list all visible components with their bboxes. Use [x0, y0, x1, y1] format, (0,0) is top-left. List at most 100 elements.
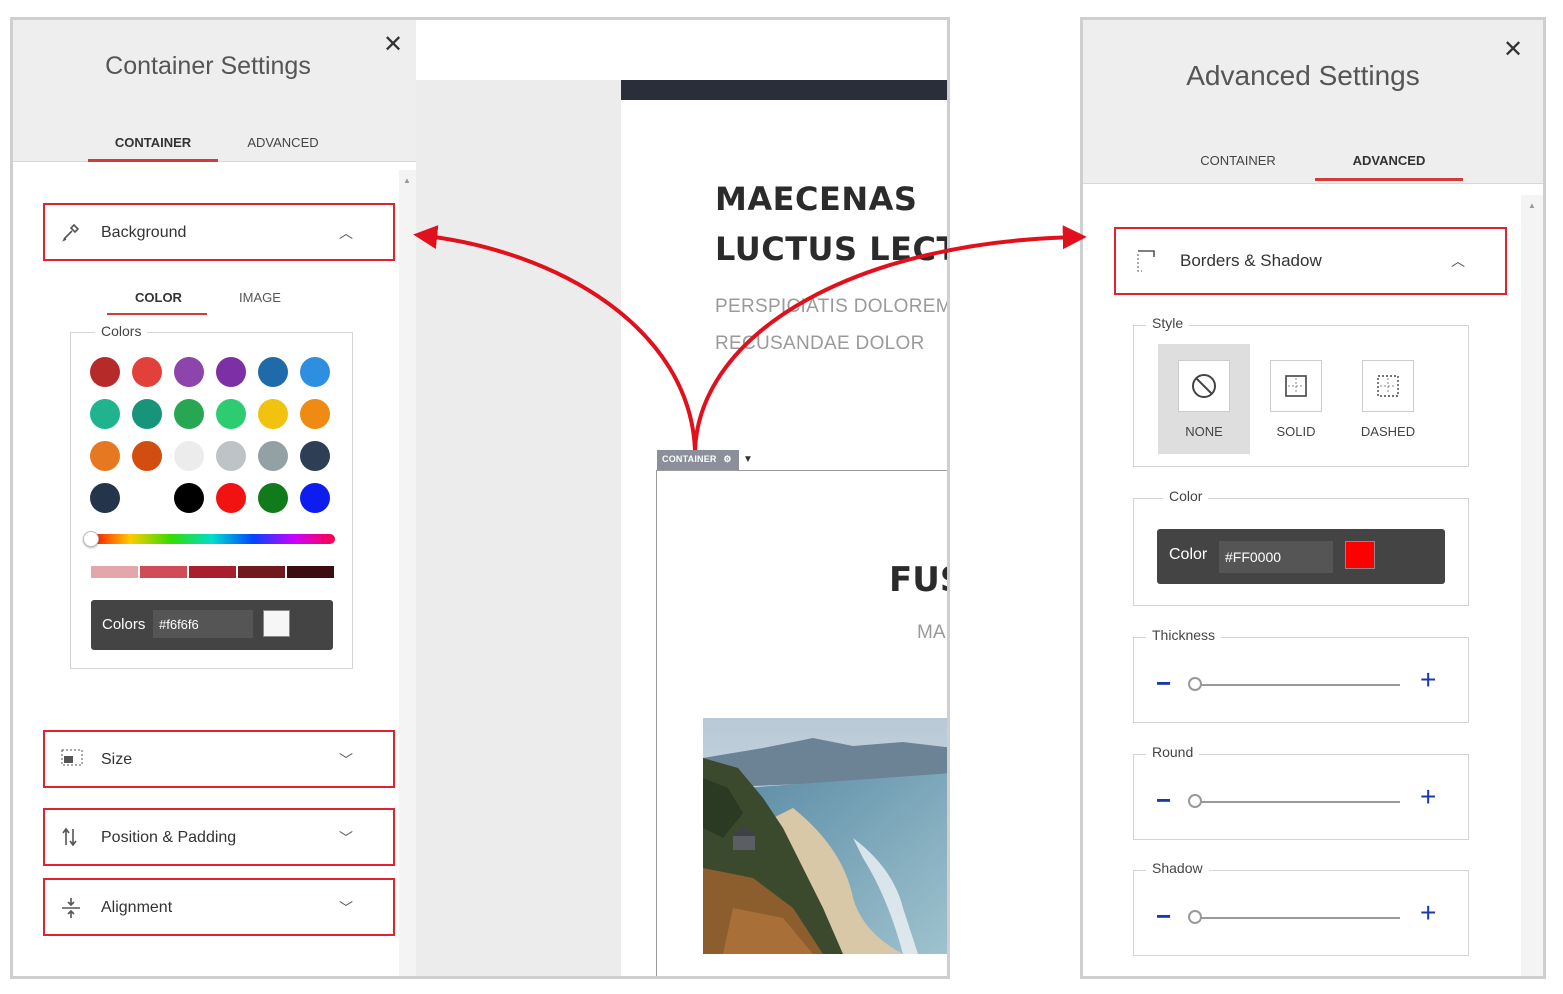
tab-advanced[interactable]: ADVANCED — [218, 135, 348, 150]
close-icon[interactable]: ✕ — [1503, 35, 1523, 64]
slider-track[interactable] — [1190, 684, 1400, 686]
close-icon[interactable]: ✕ — [383, 30, 403, 59]
chevron-down-icon[interactable]: ﹀ — [339, 898, 353, 918]
section-background[interactable]: Background ︿ — [43, 203, 395, 261]
hue-slider[interactable] — [89, 534, 335, 544]
editor-top-area — [416, 20, 947, 80]
active-tab-underline — [1315, 178, 1463, 181]
position-arrows-icon — [61, 827, 83, 849]
slider-legend: Thickness — [1146, 627, 1222, 643]
scrollbar[interactable]: ▲ — [1521, 195, 1543, 976]
color-swatch[interactable] — [258, 357, 288, 387]
color-swatch[interactable] — [258, 441, 288, 471]
color-swatch[interactable] — [258, 483, 288, 513]
slider-track[interactable] — [1190, 801, 1400, 803]
dashed-border-icon — [1362, 360, 1414, 412]
section-size[interactable]: Size ﹀ — [43, 730, 395, 788]
section-label: Borders & Shadow — [1180, 251, 1322, 270]
slider-legend: Shadow — [1146, 860, 1209, 876]
border-color-hex-input[interactable] — [1219, 541, 1333, 573]
increment-button[interactable]: + — [1420, 664, 1436, 696]
chevron-up-icon[interactable]: ︿ — [339, 223, 353, 243]
color-swatch[interactable] — [174, 357, 204, 387]
color-swatch[interactable] — [132, 357, 162, 387]
chevron-down-icon[interactable]: ﹀ — [339, 828, 353, 848]
no-border-icon — [1178, 360, 1230, 412]
solid-border-icon — [1270, 360, 1322, 412]
shade-option[interactable] — [91, 566, 138, 578]
container-settings-panel: Container Settings ✕ CONTAINER ADVANCED … — [13, 20, 416, 976]
slider-row: − + — [1136, 664, 1436, 704]
color-swatch[interactable] — [90, 399, 120, 429]
decrement-button[interactable]: − — [1156, 901, 1171, 932]
color-swatch[interactable] — [300, 441, 330, 471]
style-none-button[interactable]: NONE — [1158, 344, 1250, 454]
color-swatch[interactable] — [174, 483, 204, 513]
section-alignment[interactable]: Alignment ﹀ — [43, 878, 395, 936]
size-icon — [61, 749, 83, 771]
style-solid-button[interactable]: SOLID — [1250, 344, 1342, 454]
slider-handle[interactable] — [1188, 910, 1202, 924]
decrement-button[interactable]: − — [1156, 668, 1171, 699]
color-swatch[interactable] — [258, 399, 288, 429]
slider-track[interactable] — [1190, 917, 1400, 919]
color-swatch[interactable] — [174, 441, 204, 471]
increment-button[interactable]: + — [1420, 897, 1436, 929]
gear-icon[interactable]: ⚙ — [723, 454, 731, 464]
color-hex-input[interactable] — [153, 610, 253, 638]
color-swatch[interactable] — [300, 399, 330, 429]
style-dashed-button[interactable]: DASHED — [1342, 344, 1434, 454]
color-swatch[interactable] — [216, 441, 246, 471]
shade-option[interactable] — [189, 566, 236, 578]
page-subtitle-line2: RECUSANDAE DOLOR — [715, 333, 925, 354]
panel-title: Container Settings — [105, 52, 311, 80]
scrollbar[interactable]: ▲ — [399, 170, 416, 976]
shade-option[interactable] — [238, 566, 285, 578]
color-swatch[interactable] — [174, 399, 204, 429]
color-swatch[interactable] — [132, 441, 162, 471]
chevron-up-icon[interactable]: ︿ — [1451, 251, 1465, 271]
color-swatch[interactable] — [132, 399, 162, 429]
container-subtext: MA — [917, 622, 946, 643]
color-swatch[interactable] — [90, 483, 120, 513]
page-heading-line2: LUCTUS LECT — [715, 230, 950, 268]
decrement-button[interactable]: − — [1156, 785, 1171, 816]
shade-option[interactable] — [287, 566, 334, 578]
increment-button[interactable]: + — [1420, 781, 1436, 813]
color-swatch[interactable] — [216, 399, 246, 429]
alignment-icon — [61, 897, 83, 919]
hue-slider-handle[interactable] — [83, 531, 99, 547]
style-none-label: NONE — [1185, 424, 1223, 439]
color-swatch[interactable] — [216, 357, 246, 387]
scroll-up-icon[interactable]: ▲ — [403, 176, 411, 185]
section-label: Size — [101, 751, 133, 768]
container-heading: FUS — [889, 560, 947, 600]
slider-handle[interactable] — [1188, 794, 1202, 808]
subtab-image[interactable]: IMAGE — [239, 290, 281, 305]
container-badge[interactable]: CONTAINER ⚙ — [657, 450, 739, 470]
tab-container[interactable]: CONTAINER — [1173, 153, 1303, 168]
scroll-up-icon[interactable]: ▲ — [1528, 201, 1536, 210]
caret-down-icon[interactable]: ▼ — [743, 454, 753, 465]
color-swatch[interactable] — [90, 357, 120, 387]
color-input-label: Colors — [102, 616, 146, 633]
subtab-color[interactable]: COLOR — [135, 290, 182, 305]
style-legend: Style — [1146, 315, 1190, 331]
section-borders-shadow[interactable]: Borders & Shadow ︿ — [1114, 227, 1507, 295]
border-icon — [1136, 249, 1158, 272]
color-swatch[interactable] — [300, 357, 330, 387]
chevron-down-icon[interactable]: ﹀ — [339, 750, 353, 770]
shade-option[interactable] — [140, 566, 187, 578]
tab-advanced[interactable]: ADVANCED — [1315, 153, 1463, 168]
border-color-swatch[interactable] — [1345, 541, 1375, 569]
color-swatch[interactable] — [216, 483, 246, 513]
subtab-underline — [107, 313, 207, 315]
section-position-padding[interactable]: Position & Padding ﹀ — [43, 808, 395, 866]
left-screenshot: MAECENAS LUCTUS LECT PERSPICIATIS DOLORE… — [10, 17, 950, 979]
color-swatch[interactable] — [300, 483, 330, 513]
tab-container[interactable]: CONTAINER — [88, 135, 218, 150]
color-swatch[interactable] — [90, 441, 120, 471]
color-preview-swatch[interactable] — [263, 610, 290, 637]
slider-handle[interactable] — [1188, 677, 1202, 691]
page-subtitle-line1: PERSPICIATIS DOLOREMC — [715, 296, 950, 317]
